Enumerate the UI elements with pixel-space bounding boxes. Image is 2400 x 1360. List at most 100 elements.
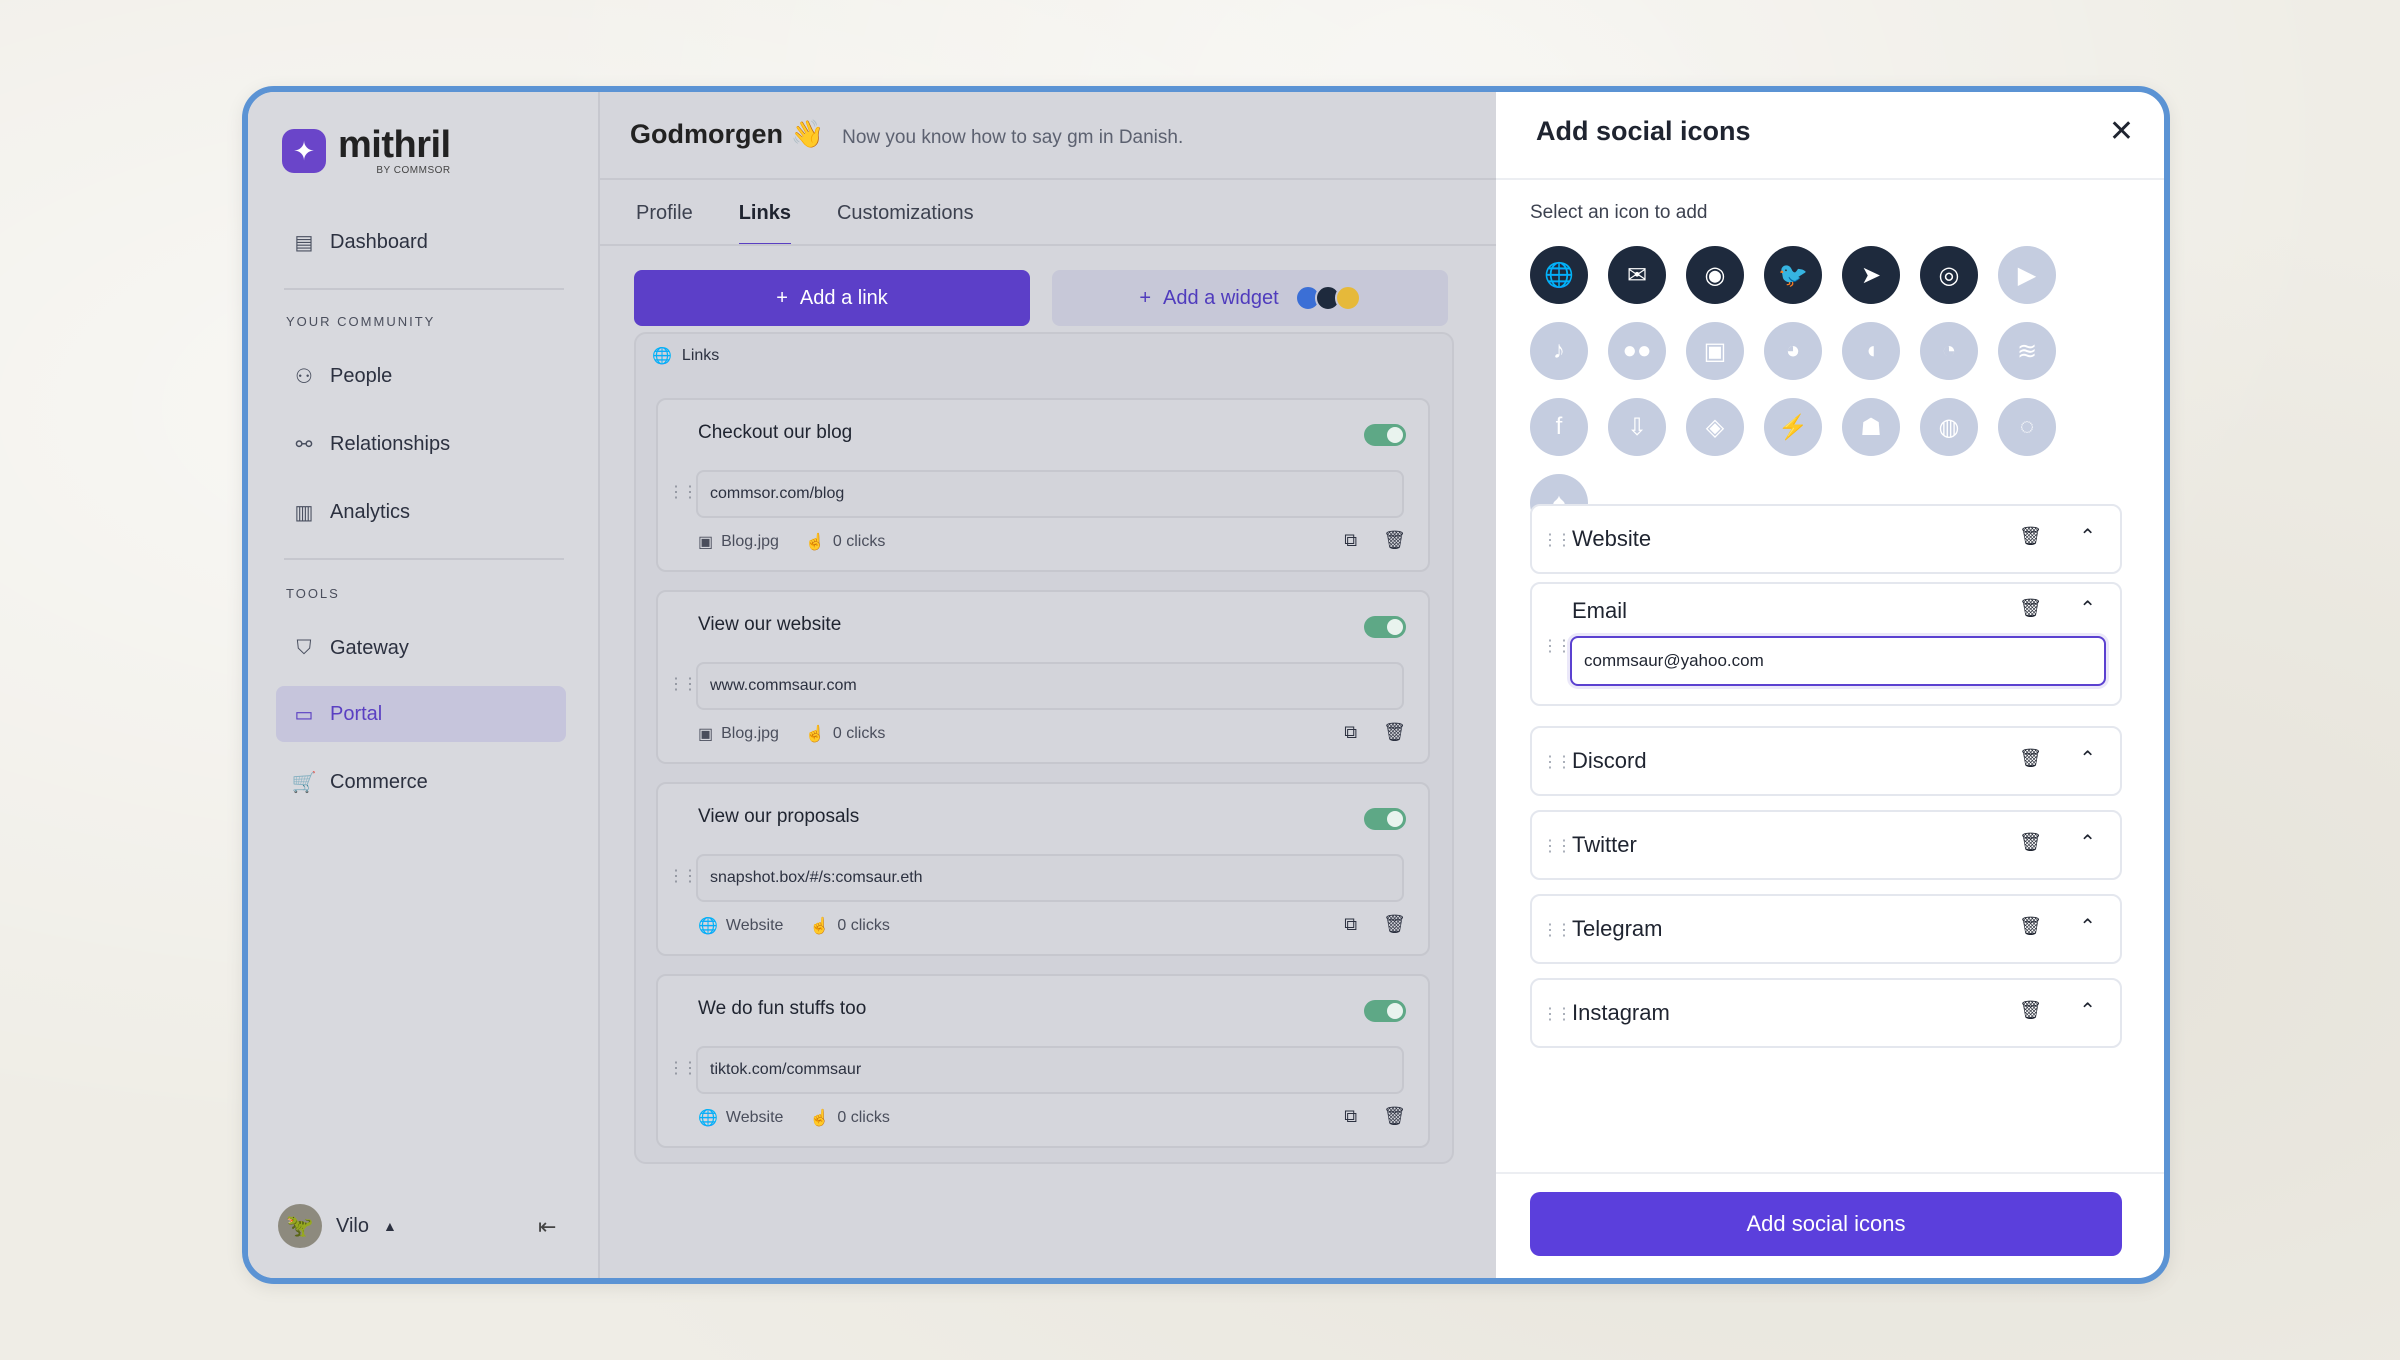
link-url-input[interactable]: snapshot.box/#/s:comsaur.eth: [696, 854, 1404, 902]
chevron-up-icon[interactable]: ⌃: [2079, 914, 2096, 939]
trash-icon[interactable]: 🗑: [1383, 1106, 1406, 1127]
enable-toggle[interactable]: [1364, 424, 1406, 446]
email-field[interactable]: commsaur@yahoo.com: [1570, 636, 2106, 686]
social-item-instagram: ⋮⋮ Instagram 🗑 ⌃: [1530, 978, 2122, 1048]
collapse-sidebar-icon[interactable]: ⇤: [538, 1214, 556, 1240]
chevron-up-icon[interactable]: ⌃: [2079, 746, 2096, 771]
thumbnail[interactable]: ▣ Blog.jpg: [698, 532, 779, 552]
trash-icon[interactable]: 🗑: [2019, 598, 2042, 619]
link-url-input[interactable]: commsor.com/blog: [696, 470, 1404, 518]
enable-toggle[interactable]: [1364, 616, 1406, 638]
email-icon[interactable]: ✉: [1608, 246, 1666, 304]
divider: [1496, 1172, 2164, 1174]
link-title: Checkout our blog: [698, 422, 853, 443]
drag-handle-icon[interactable]: ⋮⋮: [1542, 752, 1572, 772]
reddit-icon[interactable]: ◕: [1764, 322, 1822, 380]
widget-icon: [1334, 285, 1361, 311]
sidebar-item-dashboard[interactable]: ▤ Dashboard: [276, 214, 566, 270]
chevron-up-icon[interactable]: ⌃: [2079, 524, 2096, 549]
ghost-icon[interactable]: ☗: [1842, 398, 1900, 456]
trash-icon[interactable]: 🗑: [2019, 1000, 2042, 1021]
social-item-name: Discord: [1572, 748, 1647, 773]
trash-icon[interactable]: 🗑: [2019, 832, 2042, 853]
chevron-up-icon[interactable]: ⌃: [2079, 998, 2096, 1023]
add-link-button[interactable]: + Add a link: [634, 270, 1030, 326]
lightning-icon[interactable]: ⚡: [1764, 398, 1822, 456]
add-widget-button[interactable]: + Add a widget: [1052, 270, 1448, 326]
plus-icon: +: [1139, 286, 1152, 309]
trash-icon[interactable]: 🗑: [1383, 914, 1406, 935]
tiktok-icon[interactable]: ♪: [1530, 322, 1588, 380]
drag-handle-icon[interactable]: ⋮⋮: [1542, 920, 1572, 940]
drag-handle-icon[interactable]: ⋮⋮: [668, 674, 698, 694]
discord-icon[interactable]: ◉: [1686, 246, 1744, 304]
chevron-up-icon[interactable]: ⌃: [2079, 830, 2096, 855]
sidebar-item-gateway[interactable]: ⛉ Gateway: [276, 620, 566, 676]
twitch-icon[interactable]: ▣: [1686, 322, 1744, 380]
copy-icon[interactable]: ⧉: [1344, 722, 1357, 743]
drag-handle-icon[interactable]: ⋮⋮: [1542, 636, 1572, 656]
sidebar-item-portal[interactable]: ▭ Portal: [276, 686, 566, 742]
sidebar-item-relationships[interactable]: ⚯ Relationships: [276, 416, 566, 472]
add-widget-label: Add a widget: [1163, 286, 1279, 309]
patreon-icon[interactable]: ◖: [1842, 322, 1900, 380]
sidebar-item-commerce[interactable]: 🛒 Commerce: [276, 754, 566, 810]
drag-handle-icon[interactable]: ⋮⋮: [1542, 530, 1572, 550]
medium-icon[interactable]: ●●: [1608, 322, 1666, 380]
section-heading: YOUR COMMUNITY: [286, 314, 436, 329]
page-subtitle: Now you know how to say gm in Danish.: [842, 127, 1184, 148]
click-icon: ☝: [804, 726, 825, 743]
drag-handle-icon[interactable]: ⋮⋮: [668, 482, 698, 502]
user-menu[interactable]: 🦖 Vilo ▲: [278, 1204, 397, 1248]
youtube-icon[interactable]: ▶: [1998, 246, 2056, 304]
eye-icon[interactable]: ◈: [1686, 398, 1744, 456]
twitter-icon[interactable]: 🐦: [1764, 246, 1822, 304]
links-panel: 🌐 Links Checkout our blog ⋮⋮ commsor.com…: [634, 332, 1454, 1164]
tab-customizations[interactable]: Customizations: [837, 202, 974, 246]
github-icon[interactable]: ◔: [1920, 322, 1978, 380]
chart-icon[interactable]: ◍: [1920, 398, 1978, 456]
drag-handle-icon[interactable]: ⋮⋮: [668, 1058, 698, 1078]
trash-icon[interactable]: 🗑: [1383, 530, 1406, 551]
close-icon[interactable]: ✕: [2109, 114, 2134, 149]
sidebar-item-analytics[interactable]: ▥ Analytics: [276, 484, 566, 540]
chevron-up-icon[interactable]: ⌃: [2079, 596, 2096, 621]
link-url-input[interactable]: www.commsaur.com: [696, 662, 1404, 710]
copy-icon[interactable]: ⧉: [1344, 530, 1357, 551]
link-url-input[interactable]: tiktok.com/commsaur: [696, 1046, 1404, 1094]
drag-handle-icon[interactable]: ⋮⋮: [1542, 1004, 1572, 1024]
click-count: ☝ 0 clicks: [809, 1109, 890, 1127]
social-item-telegram: ⋮⋮ Telegram 🗑 ⌃: [1530, 894, 2122, 964]
tab-profile[interactable]: Profile: [636, 202, 693, 246]
thumbnail[interactable]: 🌐 Website: [698, 916, 783, 936]
telegram-icon[interactable]: ➤: [1842, 246, 1900, 304]
globe-icon[interactable]: 🌐: [1530, 246, 1588, 304]
instagram-icon[interactable]: ◎: [1920, 246, 1978, 304]
add-social-icons-button[interactable]: Add social icons: [1530, 1192, 2122, 1256]
sidebar-item-people[interactable]: ⚇ People: [276, 348, 566, 404]
card-actions: ⧉ 🗑: [1344, 530, 1406, 551]
download-icon[interactable]: ⇩: [1608, 398, 1666, 456]
globe-icon: 🌐: [652, 348, 672, 365]
spotify-icon[interactable]: ≋: [1998, 322, 2056, 380]
sidebar-item-label: Gateway: [330, 636, 409, 659]
divider: [284, 288, 564, 290]
drag-handle-icon[interactable]: ⋮⋮: [668, 866, 698, 886]
trash-icon[interactable]: 🗑: [1383, 722, 1406, 743]
enable-toggle[interactable]: [1364, 1000, 1406, 1022]
link-title: View our website: [698, 614, 842, 635]
tab-links[interactable]: Links: [738, 202, 791, 246]
copy-icon[interactable]: ⧉: [1344, 1106, 1357, 1127]
main-content: Godmorgen 👋 Now you know how to say gm i…: [600, 92, 1496, 1278]
social-item-discord: ⋮⋮ Discord 🗑 ⌃: [1530, 726, 2122, 796]
chat-icon[interactable]: ◌: [1998, 398, 2056, 456]
trash-icon[interactable]: 🗑: [2019, 748, 2042, 769]
trash-icon[interactable]: 🗑: [2019, 526, 2042, 547]
trash-icon[interactable]: 🗑: [2019, 916, 2042, 937]
facebook-icon[interactable]: f: [1530, 398, 1588, 456]
thumbnail[interactable]: ▣ Blog.jpg: [698, 724, 779, 744]
enable-toggle[interactable]: [1364, 808, 1406, 830]
copy-icon[interactable]: ⧉: [1344, 914, 1357, 935]
drag-handle-icon[interactable]: ⋮⋮: [1542, 836, 1572, 856]
thumbnail[interactable]: 🌐 Website: [698, 1108, 783, 1128]
